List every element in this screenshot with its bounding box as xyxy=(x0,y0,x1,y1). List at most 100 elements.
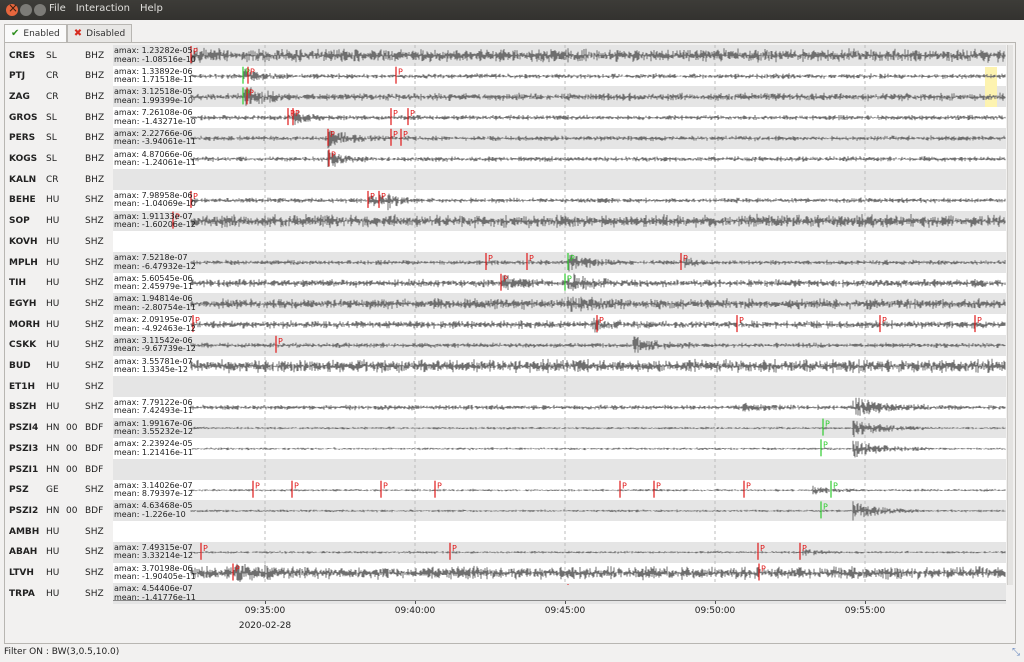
trace-network: HU xyxy=(46,340,60,351)
trace-station: LTVH xyxy=(9,568,34,578)
trace-stats: amax: 3.55781e-07 mean: 1.3345e-12 xyxy=(114,357,193,375)
trace-network: SL xyxy=(46,133,57,144)
waveform-trace xyxy=(190,420,1006,438)
trace-row-label[interactable]: GROS SL BHZ xyxy=(9,107,119,128)
trace-station: PERS xyxy=(9,133,36,144)
trace-channel: SHZ xyxy=(85,319,104,330)
trace-station: PTJ xyxy=(9,71,26,82)
menu-help[interactable]: Help xyxy=(139,3,164,17)
trace-channel: BHZ xyxy=(85,50,105,61)
trace-row-label[interactable]: MPLH HU SHZ xyxy=(9,252,119,273)
trace-location: 00 xyxy=(66,464,78,475)
waveform-trace xyxy=(190,485,1006,495)
phase-pick-label: P xyxy=(249,88,254,97)
trace-network: GE xyxy=(46,485,59,496)
trace-row-label[interactable]: KALN CR BHZ xyxy=(9,169,119,190)
trace-network: HU xyxy=(46,361,60,371)
trace-row-label[interactable]: PSZI4 HN 00 BDF xyxy=(9,418,119,439)
trace-network: CR xyxy=(46,174,59,185)
trace-row-label[interactable]: BEHE HU SHZ xyxy=(9,190,119,211)
trace-row-label[interactable]: CSKK HU SHZ xyxy=(9,335,119,356)
trace-row-label[interactable]: PSZ GE SHZ xyxy=(9,480,119,501)
trace-stats: amax: 2.22766e-06 mean: -3.94061e-11 xyxy=(114,129,196,147)
trace-row-label[interactable]: EGYH HU SHZ xyxy=(9,293,119,314)
trace-row-label[interactable]: KOVH HU SHZ xyxy=(9,231,119,252)
trace-row-label[interactable]: MORH HU SHZ xyxy=(9,314,119,335)
trace-network: HU xyxy=(46,257,60,268)
trace-network: HU xyxy=(46,319,60,330)
waveform-trace xyxy=(190,397,1006,416)
trace-row-label[interactable]: PSZI2 HN 00 BDF xyxy=(9,500,119,521)
trace-channel: SHZ xyxy=(85,216,104,227)
trace-channel: BDF xyxy=(85,423,104,434)
trace-mean: mean: 1.99399e-10 xyxy=(114,95,193,105)
trace-row-label[interactable]: PSZI1 HN 00 BDF xyxy=(9,459,119,480)
trace-mean: mean: -1.08516e-10 xyxy=(114,54,196,64)
trace-station: BUD xyxy=(9,361,31,371)
trace-row-label[interactable]: AMBH HU SHZ xyxy=(9,521,119,542)
trace-row-label[interactable]: BSZH HU SHZ xyxy=(9,397,119,418)
trace-channel: SHZ xyxy=(85,195,104,206)
x-icon: ✖ xyxy=(73,28,83,39)
phase-pick-label: P xyxy=(802,544,807,553)
trace-station: KOVH xyxy=(9,236,38,247)
trace-row-label[interactable]: ET1H HU SHZ xyxy=(9,376,119,397)
trace-location: 00 xyxy=(66,423,78,434)
trace-row-label[interactable]: PSZI3 HN 00 BDF xyxy=(9,438,119,459)
trace-channel: SHZ xyxy=(85,588,104,599)
waveform-trace xyxy=(190,563,1006,582)
trace-row-label[interactable]: LTVH HU SHZ xyxy=(9,563,119,584)
trace-channel: BHZ xyxy=(85,71,105,82)
trace-stats: amax: 3.11542e-06 mean: -9.67739e-12 xyxy=(114,336,196,354)
phase-pick-label: P xyxy=(393,130,398,139)
trace-row-label[interactable]: ZAG CR BHZ xyxy=(9,86,119,107)
maximize-window-button[interactable] xyxy=(34,4,46,16)
phase-pick-label: P xyxy=(437,482,442,491)
trace-row-label[interactable]: TRPA HU SHZ xyxy=(9,583,119,604)
trace-stats: amax: 1.94814e-06 mean: -2.80754e-11 xyxy=(114,295,196,312)
time-axis-line xyxy=(113,600,1006,601)
menu-file[interactable]: File xyxy=(48,3,67,17)
phase-pick-label: P xyxy=(383,482,388,491)
trace-row-label[interactable]: PERS SL BHZ xyxy=(9,128,119,149)
waveform-trace xyxy=(190,87,1006,106)
trace-mean: mean: -1.04069e-10 xyxy=(114,199,196,209)
resize-grip-icon[interactable]: ⤡ xyxy=(1012,647,1020,658)
trace-network: HU xyxy=(46,195,60,206)
trace-row-label[interactable]: BUD HU SHZ xyxy=(9,356,119,377)
trace-network: HU xyxy=(46,568,60,578)
trace-mean: mean: 7.42493e-11 xyxy=(114,406,193,416)
trace-row-label[interactable]: PTJ CR BHZ xyxy=(9,66,119,87)
trace-row-label[interactable]: CRES SL BHZ xyxy=(9,45,119,66)
trace-row-label[interactable]: TIH HU SHZ xyxy=(9,273,119,294)
phase-pick-label: P xyxy=(403,130,408,139)
trace-station: PSZI2 xyxy=(9,505,39,516)
trace-station: AMBH xyxy=(9,526,40,537)
vertical-scrollbar[interactable] xyxy=(1007,45,1013,585)
trace-network: SL xyxy=(46,50,57,61)
trace-panel: CRES SL BHZ amax: 1.23282e-05 mean: -1.08516… xyxy=(4,42,1016,644)
trace-row-label[interactable]: SOP HU SHZ xyxy=(9,211,119,232)
phase-pick-label: P xyxy=(255,482,260,491)
tab-disabled-label: Disabled xyxy=(86,28,126,39)
status-bar: Filter ON : BW(3,0.5,10.0) ⤡ xyxy=(0,644,1024,662)
menu-interaction[interactable]: Interaction xyxy=(75,3,131,17)
trace-stats: amax: 7.5218e-07 mean: -6.47932e-12 xyxy=(114,253,196,271)
minimize-window-button[interactable] xyxy=(20,4,32,16)
trace-channel: SHZ xyxy=(85,381,104,392)
trace-mean: mean: 3.55232e-12 xyxy=(114,427,193,437)
tab-enabled[interactable]: ✔ Enabled xyxy=(4,24,67,42)
phase-pick-label: P xyxy=(294,482,299,491)
trace-mean: mean: 1.21416e-11 xyxy=(114,447,193,457)
trace-stats: amax: 7.26108e-06 mean: -1.43271e-10 xyxy=(114,109,196,126)
tab-disabled[interactable]: ✖ Disabled xyxy=(66,24,133,42)
time-tick-label: 09:50:00 xyxy=(694,606,736,616)
trace-channel: SHZ xyxy=(85,526,104,537)
trace-station: EGYH xyxy=(9,298,37,309)
close-window-button[interactable] xyxy=(6,1,18,16)
trace-station: GROS xyxy=(9,112,38,123)
waveform-plot[interactable]: PP PPP P PP P PPP P PPP P P PP PP P P P PPPPP P P P P P P PPP P… xyxy=(113,45,1006,585)
trace-row-label[interactable]: KOGS SL BHZ xyxy=(9,149,119,170)
time-window-highlight xyxy=(985,67,997,107)
trace-row-label[interactable]: ABAH HU SHZ xyxy=(9,542,119,563)
